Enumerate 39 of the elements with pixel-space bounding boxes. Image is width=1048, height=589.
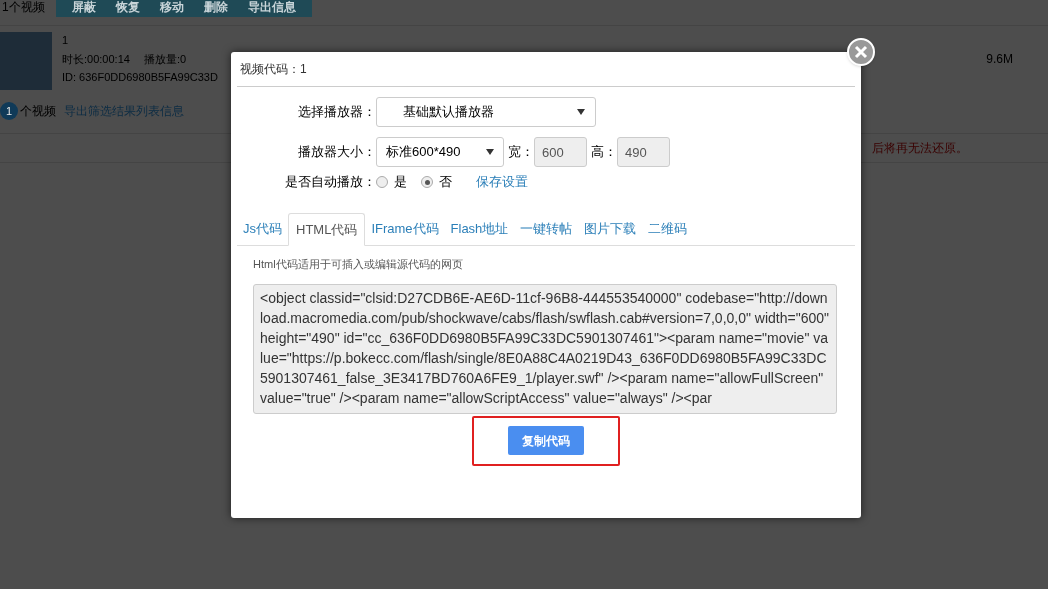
warning-text: 后将再无法还原。 [872, 140, 968, 157]
code-tab[interactable]: IFrame代码 [365, 213, 445, 245]
code-tab[interactable]: 一键转帖 [514, 213, 579, 245]
size-select[interactable]: 标准600*490 [376, 137, 504, 167]
autoplay-radio[interactable]: 否 [421, 172, 452, 192]
dialog-title: 视频代码：1 [240, 61, 307, 78]
video-count-label: 个视频 [20, 103, 56, 120]
caret-icon [577, 109, 585, 115]
video-id: ID: 636F0DD6980B5FA99C33D [62, 70, 218, 85]
code-tab[interactable]: Js代码 [237, 213, 288, 245]
autoplay-radio[interactable]: 是 [376, 172, 407, 192]
video-title: 1 [62, 33, 70, 48]
close-icon[interactable] [847, 38, 875, 66]
count-badge: 1 [0, 102, 18, 120]
toolbar-button[interactable]: 屏蔽 [62, 0, 106, 17]
width-label: 宽： [508, 143, 534, 162]
toolbar-button[interactable]: 移动 [150, 0, 194, 17]
code-hint: Html代码适用于可插入或编辑源代码的网页 [253, 257, 464, 272]
code-tab[interactable]: 二维码 [642, 213, 694, 245]
code-tab[interactable]: 图片下载 [578, 213, 643, 245]
toolbar-button[interactable]: 删除 [194, 0, 238, 17]
video-count: 1个视频 [2, 0, 46, 16]
caret-icon [486, 149, 494, 155]
player-select[interactable]: 基础默认播放器 [376, 97, 596, 127]
code-tab[interactable]: HTML代码 [288, 213, 366, 246]
toolbar-button[interactable]: 恢复 [106, 0, 150, 17]
code-field[interactable]: <object classid="clsid:D27CDB6E-AE6D-11cf-96B8-444553540000" codebase="http://download.macromedia.com/pub/shockwave/cabs/flash/swflash.cab#version=7,0,0,0" width="600" height="490" id="cc_636F0DD6980B5FA99C33DC5901307461"><param name="movie" value="https://p.bokecc.com/flash/single/8E0A88C4A0219D43_636F0DD6980B5FA99C33DC5901307461_false_3E3417BD760A6FE9_1/player.swf" /><param name="allowFullScreen" value="true" /><param name="allowScriptAccess" value="always" /><par [253, 283, 837, 414]
toolbar-button[interactable]: 导出信息 [238, 0, 306, 17]
save-settings-link[interactable]: 保存设置 [476, 172, 528, 192]
video-thumbnail [0, 32, 52, 90]
size-label: 播放器大小： [297, 143, 376, 162]
video-size: 9.6M [986, 51, 1013, 68]
code-tab[interactable]: Flash地址 [444, 213, 515, 245]
video-duration: 时长:00:00:14 [62, 51, 130, 67]
copy-code-button[interactable]: 复制代码 [508, 426, 584, 455]
height-label: 高： [591, 143, 617, 162]
video-plays: 播放量:0 [143, 51, 187, 67]
player-label: 选择播放器： [297, 103, 376, 122]
autoplay-label: 是否自动播放： [284, 173, 376, 192]
